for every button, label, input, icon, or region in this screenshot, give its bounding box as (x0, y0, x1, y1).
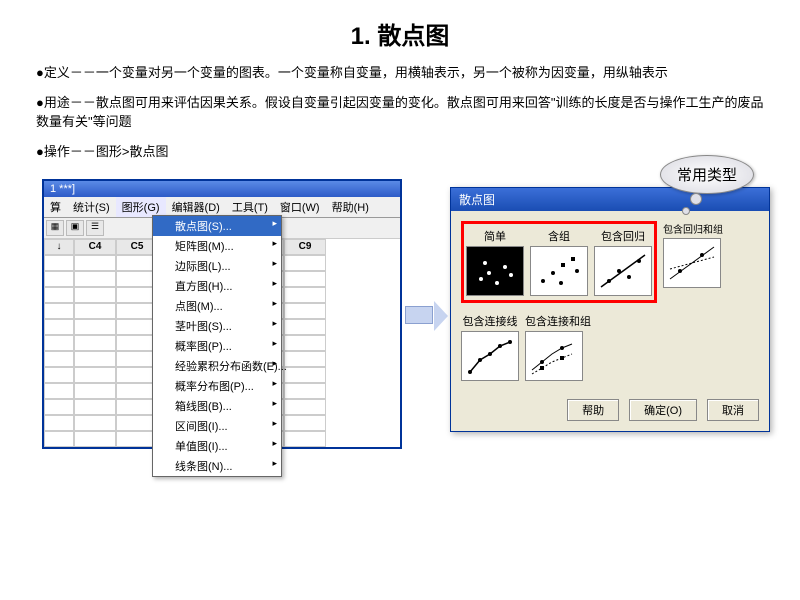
callout-common-types: 常用类型 (660, 155, 754, 194)
bullet-definition: ●定义－－一个变量对另一个变量的图表。一个变量称自变量，用横轴表示，另一个被称为… (36, 63, 764, 83)
cancel-button[interactable]: 取消 (707, 399, 759, 421)
ok-button[interactable]: 确定(O) (629, 399, 697, 421)
dropdown-item[interactable]: 散点图(S)... (153, 216, 281, 236)
cell[interactable] (74, 399, 116, 415)
toolbar-icon[interactable]: ▣ (66, 220, 84, 236)
cell[interactable] (74, 351, 116, 367)
bullet-operation: ●操作－－图形>散点图 (36, 142, 764, 162)
dropdown-item[interactable]: 茎叶图(S)... (153, 316, 281, 336)
cell[interactable] (284, 303, 326, 319)
type-regression-groups[interactable]: 包含回归和组 (663, 221, 723, 288)
scatter-regression-icon (594, 246, 652, 296)
menu-graph[interactable]: 图形(G) (116, 197, 166, 217)
dropdown-item[interactable]: 经验累积分布函数(E)... (153, 356, 281, 376)
cell[interactable] (74, 287, 116, 303)
type-groups[interactable]: 含组 (530, 228, 588, 296)
dropdown-item[interactable]: 边际图(L)... (153, 256, 281, 276)
type-simple[interactable]: 简单 (466, 228, 524, 296)
menu-help[interactable]: 帮助(H) (326, 197, 375, 217)
column-header[interactable]: ↓ (44, 239, 74, 255)
cell[interactable] (44, 287, 74, 303)
scatter-groups-icon (530, 246, 588, 296)
cell[interactable] (284, 319, 326, 335)
figure-area: 1 ***] 算 统计(S) 图形(G) 编辑器(D) 工具(T) 窗口(W) … (0, 171, 800, 501)
dropdown-item[interactable]: 概率图(P)... (153, 336, 281, 356)
cell[interactable] (44, 255, 74, 271)
column-header[interactable]: C4 (74, 239, 116, 255)
menu-tools[interactable]: 工具(T) (226, 197, 274, 217)
scatter-connect-groups-icon (525, 331, 583, 381)
toolbar-icon[interactable]: ▦ (46, 220, 64, 236)
cell[interactable] (44, 431, 74, 447)
cell[interactable] (74, 383, 116, 399)
cell[interactable] (74, 271, 116, 287)
type-connect-groups[interactable]: 包含连接和组 (525, 313, 591, 381)
cell[interactable] (44, 415, 74, 431)
cell[interactable] (44, 383, 74, 399)
cell[interactable] (44, 303, 74, 319)
window-title: 1 ***] (44, 181, 400, 197)
dropdown-item[interactable]: 线条图(N)... (153, 456, 281, 476)
cell[interactable] (284, 399, 326, 415)
cell[interactable] (74, 415, 116, 431)
dropdown-item[interactable]: 点图(M)... (153, 296, 281, 316)
highlighted-types: 简单 含组 (461, 221, 657, 303)
cell[interactable] (44, 367, 74, 383)
cell[interactable] (44, 271, 74, 287)
cell[interactable] (44, 351, 74, 367)
type-connect[interactable]: 包含连接线 (461, 313, 519, 381)
cell[interactable] (44, 335, 74, 351)
scatterplot-dialog: 散点图 简单 含组 (450, 187, 770, 432)
cell[interactable] (284, 351, 326, 367)
cell[interactable] (284, 415, 326, 431)
cell[interactable] (74, 255, 116, 271)
cell[interactable] (284, 431, 326, 447)
menu-calc[interactable]: 算 (44, 197, 67, 217)
cell[interactable] (284, 335, 326, 351)
scatter-simple-icon (466, 246, 524, 296)
content-area: ●定义－－一个变量对另一个变量的图表。一个变量称自变量，用横轴表示，另一个被称为… (0, 63, 800, 161)
cell[interactable] (74, 367, 116, 383)
column-header[interactable]: C9 (284, 239, 326, 255)
dropdown-item[interactable]: 单值图(I)... (153, 436, 281, 456)
scatter-reg-groups-icon (663, 238, 721, 288)
dropdown-item[interactable]: 直方图(H)... (153, 276, 281, 296)
cell[interactable] (74, 319, 116, 335)
cell[interactable] (284, 367, 326, 383)
cell[interactable] (284, 287, 326, 303)
arrow-icon (405, 306, 433, 324)
dropdown-item[interactable]: 箱线图(B)... (153, 396, 281, 416)
toolbar-icon[interactable]: ☰ (86, 220, 104, 236)
minitab-window: 1 ***] 算 统计(S) 图形(G) 编辑器(D) 工具(T) 窗口(W) … (42, 179, 402, 449)
menu-editor[interactable]: 编辑器(D) (166, 197, 226, 217)
scatter-connect-icon (461, 331, 519, 381)
help-button[interactable]: 帮助 (567, 399, 619, 421)
cell[interactable] (74, 303, 116, 319)
type-regression[interactable]: 包含回归 (594, 228, 652, 296)
bullet-usage: ●用途－－散点图可用来评估因果关系。假设自变量引起因变量的变化。散点图可用来回答… (36, 93, 764, 132)
cell[interactable] (284, 255, 326, 271)
dropdown-item[interactable]: 矩阵图(M)... (153, 236, 281, 256)
cell[interactable] (44, 399, 74, 415)
cell[interactable] (74, 335, 116, 351)
dropdown-item[interactable]: 区间图(I)... (153, 416, 281, 436)
dropdown-item[interactable]: 概率分布图(P)... (153, 376, 281, 396)
cell[interactable] (74, 431, 116, 447)
cell[interactable] (44, 319, 74, 335)
menu-window[interactable]: 窗口(W) (274, 197, 326, 217)
page-title: 1. 散点图 (0, 0, 800, 63)
callout-label: 常用类型 (660, 155, 754, 194)
graph-dropdown[interactable]: 散点图(S)...矩阵图(M)...边际图(L)...直方图(H)...点图(M… (152, 215, 282, 477)
cell[interactable] (284, 383, 326, 399)
cell[interactable] (284, 271, 326, 287)
menu-stat[interactable]: 统计(S) (67, 197, 116, 217)
